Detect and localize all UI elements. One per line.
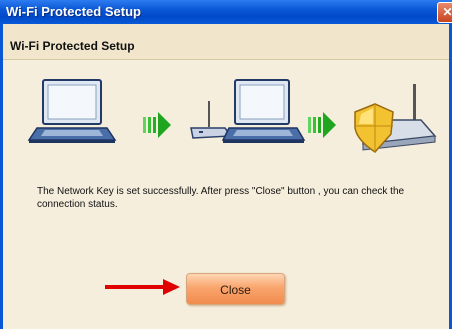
status-message: The Network Key is set successfully. Aft… <box>37 186 405 210</box>
wps-dialog-window: Wi-Fi Protected Setup ✕ Wi-Fi Protected … <box>0 0 452 329</box>
wps-illustration <box>27 79 437 153</box>
title-bar: Wi-Fi Protected Setup ✕ <box>0 0 452 24</box>
dialog-client-area: Wi-Fi Protected Setup The Network Key is… <box>0 24 452 329</box>
green-arrow-icon <box>308 112 336 138</box>
secured-router-icon <box>354 84 437 153</box>
window-title: Wi-Fi Protected Setup <box>6 4 141 19</box>
green-arrow-icon <box>143 112 171 138</box>
dialog-heading: Wi-Fi Protected Setup <box>10 39 135 53</box>
laptop-icon <box>27 79 117 143</box>
window-close-button[interactable]: ✕ <box>437 2 452 23</box>
close-button-label: Close <box>220 283 251 297</box>
router-laptop-icon <box>190 79 306 143</box>
dialog-header: Wi-Fi Protected Setup <box>3 24 449 60</box>
close-button[interactable]: Close <box>186 273 285 305</box>
close-icon: ✕ <box>442 5 452 19</box>
red-pointer-arrow-icon <box>105 279 180 295</box>
